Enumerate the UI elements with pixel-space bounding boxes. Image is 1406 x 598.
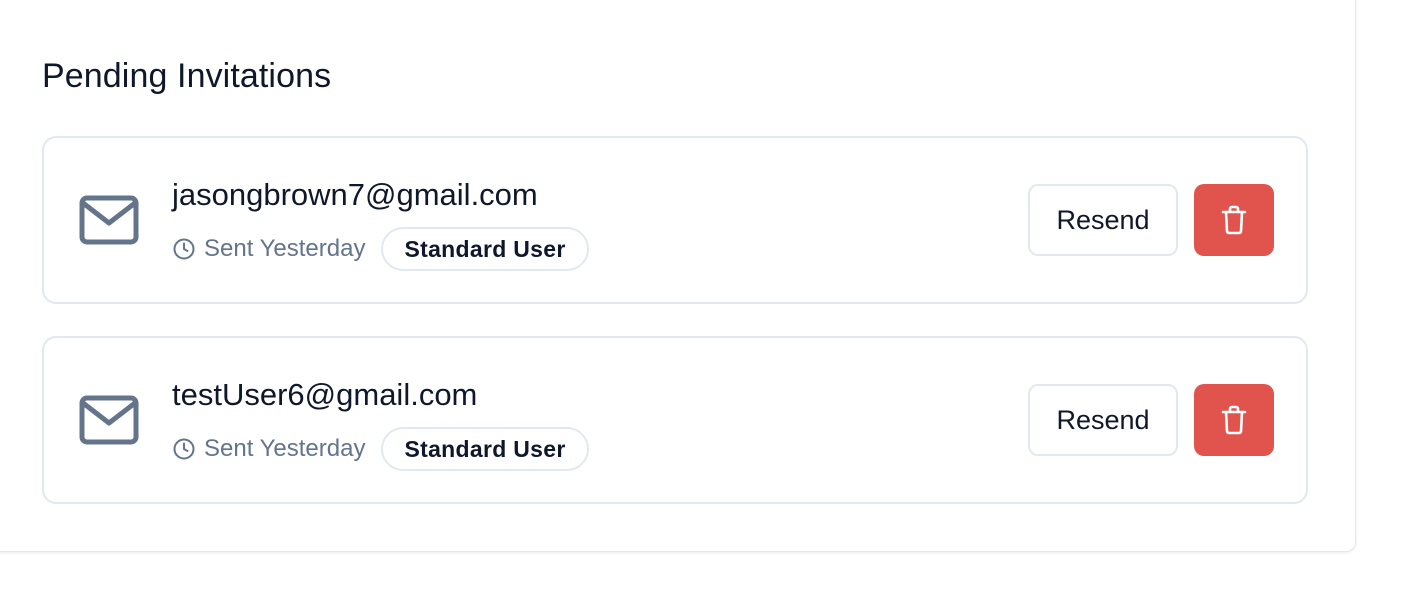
invitation-list: jasongbrown7@gmail.com Sent Yesterday St… xyxy=(42,136,1308,536)
resend-button[interactable]: Resend xyxy=(1028,184,1178,256)
delete-button[interactable] xyxy=(1194,384,1274,456)
resend-button[interactable]: Resend xyxy=(1028,384,1178,456)
mail-icon xyxy=(79,395,139,445)
invitation-meta: Sent Yesterday Standard User xyxy=(172,426,589,472)
mail-icon xyxy=(79,195,139,245)
clock-icon xyxy=(173,438,195,460)
role-badge: Standard User xyxy=(381,427,589,471)
invitation-card: jasongbrown7@gmail.com Sent Yesterday St… xyxy=(42,136,1308,304)
clock-icon xyxy=(173,238,195,260)
invitation-email: testUser6@gmail.com xyxy=(172,377,478,412)
delete-button[interactable] xyxy=(1194,184,1274,256)
trash-icon xyxy=(1221,405,1247,435)
sent-status: Sent Yesterday xyxy=(204,435,366,462)
invitation-card: testUser6@gmail.com Sent Yesterday Stand… xyxy=(42,336,1308,504)
trash-icon xyxy=(1221,205,1247,235)
invitation-email: jasongbrown7@gmail.com xyxy=(172,177,538,212)
section-title: Pending Invitations xyxy=(42,57,332,95)
sent-status: Sent Yesterday xyxy=(204,235,366,262)
invitation-meta: Sent Yesterday Standard User xyxy=(172,226,589,272)
role-badge: Standard User xyxy=(381,227,589,271)
